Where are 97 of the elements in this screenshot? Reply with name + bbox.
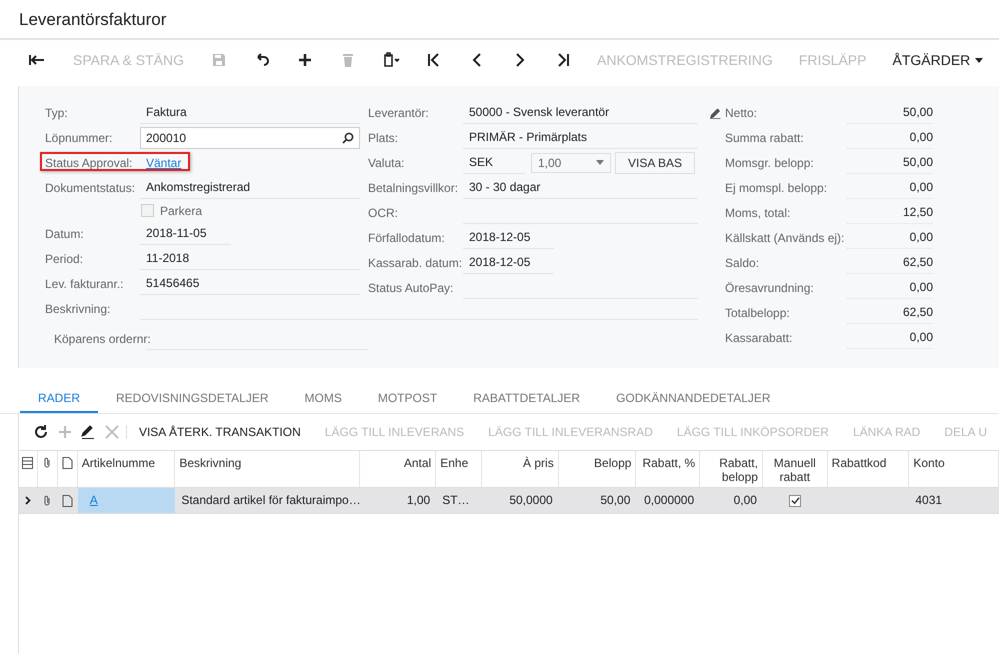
column-header[interactable]: Rabatt, % xyxy=(640,456,696,470)
caret-icon xyxy=(596,160,604,165)
tab[interactable]: RABATTDETALJER xyxy=(455,387,598,413)
table-row[interactable]: A Standard artikel för fakturaimpo… 1,00 ST… 50,0000 50,00 0,000000 0,00 4031 xyxy=(19,488,999,514)
amount-value: 50,00 xyxy=(847,101,933,124)
field-label: Löpnummer: xyxy=(45,130,114,144)
field-label: Förfallodatum: xyxy=(368,230,446,244)
clip-icon xyxy=(382,52,400,68)
document-icon xyxy=(62,457,73,469)
amount-value: 62,50 xyxy=(847,301,933,324)
actions-menu-button[interactable]: ÅTGÄRDER xyxy=(880,45,996,75)
lookup-field[interactable]: 200010 xyxy=(140,126,360,148)
field-label: Dokumentstatus: xyxy=(45,180,136,194)
tab[interactable]: GODKÄNNANDEDETALJER xyxy=(598,387,789,413)
field-label: Typ: xyxy=(45,106,69,120)
rate-dropdown[interactable]: 1,00 xyxy=(531,152,611,172)
tab[interactable]: MOTPOST xyxy=(360,387,456,413)
refresh-icon xyxy=(32,424,49,440)
table-cell-text: Standard artikel för fakturaimpo… xyxy=(181,492,360,509)
amount-value: 0,00 xyxy=(847,126,933,149)
amount-value: 0,00 xyxy=(847,326,933,349)
field-value: 30 - 30 dagar xyxy=(463,176,698,199)
column-header[interactable]: Konto xyxy=(913,456,994,470)
amount-value: 62,50 xyxy=(847,251,933,274)
field-label: Moms, total: xyxy=(725,206,792,220)
field-value: 11-2018 xyxy=(140,247,360,270)
column-header[interactable]: Rabatt, belopp xyxy=(704,456,758,484)
pencil-icon xyxy=(80,424,96,440)
field-label: Betalningsvillkor: xyxy=(368,180,460,194)
field-label: Källskatt (Används ej): xyxy=(725,230,846,244)
field-label: Period: xyxy=(45,252,84,266)
view-base-button[interactable]: VISA BAS xyxy=(615,152,695,174)
field-label: Status AutoPay: xyxy=(368,280,454,294)
field-value: 51456465 xyxy=(140,272,360,295)
column-header[interactable]: Enhe xyxy=(440,456,478,470)
field-label: Netto: xyxy=(725,106,758,120)
field-label: Status Approval: xyxy=(45,156,134,170)
field-label: Leverantör: xyxy=(368,106,430,120)
field-value: 50000 - Svensk leverantör xyxy=(463,101,698,124)
field-value: 2018-11-05 xyxy=(140,222,231,245)
column-header[interactable]: Manuell rabatt xyxy=(766,456,823,484)
field-value: Ankomstregistrerad xyxy=(140,176,360,199)
field-label: Lev. fakturanr.: xyxy=(45,276,124,290)
table-cell-text: 1,00 xyxy=(406,492,430,509)
field-label: OCR: xyxy=(368,206,399,220)
field-value: Faktura xyxy=(140,101,360,124)
column-header[interactable]: Rabattkod xyxy=(832,456,904,470)
field-value: 2018-12-05 xyxy=(463,251,554,274)
row-pointer-icon xyxy=(25,496,32,505)
field-label: Valuta: xyxy=(368,156,406,170)
column-header[interactable]: Beskrivning xyxy=(179,456,355,470)
grid-toolbar-button[interactable]: VISA ÅTERK. TRANSAKTION xyxy=(126,425,313,439)
field-label: Saldo: xyxy=(725,256,760,270)
field-value: SEK xyxy=(463,151,525,174)
close-icon xyxy=(104,424,120,440)
field-label: Totalbelopp: xyxy=(725,306,791,320)
checkbox-label: Parkera xyxy=(160,204,202,218)
table-cell-text: 4031 xyxy=(915,492,942,509)
table-cell-text: 0,000000 xyxy=(644,492,694,509)
table-cell-text: 50,00 xyxy=(600,492,630,509)
field-label: Momsgr. belopp: xyxy=(725,156,815,170)
window-title: Leverantörsfakturor xyxy=(0,0,999,40)
back-icon xyxy=(28,52,46,68)
column-header[interactable]: Belopp xyxy=(562,456,632,470)
field-label: Öresavrundning: xyxy=(725,280,815,294)
field-label: Kassarab. datum: xyxy=(368,256,463,270)
field-label: Summa rabatt: xyxy=(725,130,805,144)
field-label: Ej momspl. belopp: xyxy=(725,180,828,194)
caret-icon xyxy=(975,58,984,62)
amount-value: 50,00 xyxy=(847,151,933,174)
table-cell-text: 50,0000 xyxy=(509,492,553,509)
checkbox[interactable] xyxy=(141,204,154,217)
field-value: 2018-12-05 xyxy=(463,226,554,249)
search-icon xyxy=(342,132,354,144)
amount-value: 0,00 xyxy=(847,176,933,199)
column-header[interactable]: Artikelnumme xyxy=(82,456,170,470)
field-label: Kassarabatt: xyxy=(725,330,794,344)
tab[interactable]: REDOVISNINGSDETALJER xyxy=(98,387,286,413)
document-icon[interactable] xyxy=(62,494,74,506)
amount-value: 12,50 xyxy=(847,201,933,224)
status-link[interactable]: Väntar xyxy=(140,156,182,170)
checkbox[interactable] xyxy=(789,494,802,506)
field-label: Plats: xyxy=(368,130,400,144)
tab[interactable]: RADER xyxy=(20,387,98,413)
article-link[interactable]: A xyxy=(84,488,98,513)
column-header[interactable]: Antal xyxy=(364,456,432,470)
field-value: PRIMÄR - Primärplats xyxy=(463,126,698,149)
field-label: Beskrivning: xyxy=(45,302,112,316)
tab[interactable]: MOMS xyxy=(286,387,360,413)
amount-value: 0,00 xyxy=(847,226,933,249)
column-header[interactable]: À pris xyxy=(486,456,554,470)
table-cell-text: ST… xyxy=(442,492,470,509)
table-cell-text: 0,00 xyxy=(734,492,757,509)
field-label: Datum: xyxy=(45,226,85,240)
amount-value: 0,00 xyxy=(847,276,933,299)
grid-settings-icon xyxy=(22,457,34,469)
plus-icon xyxy=(56,424,73,440)
